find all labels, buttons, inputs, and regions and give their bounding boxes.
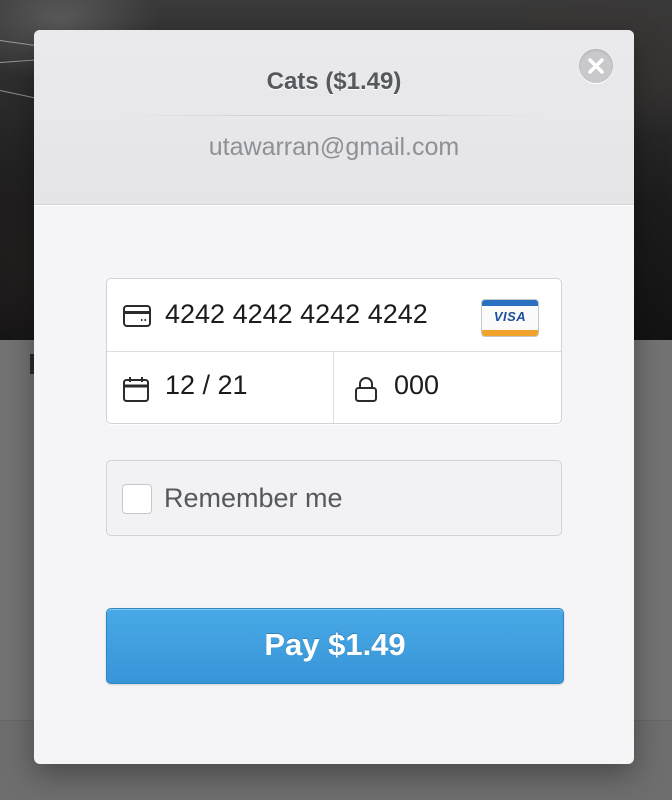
credit-card-icon [123,305,151,327]
modal-title: Cats ($1.49) [266,68,402,95]
remember-me-checkbox[interactable] [122,484,152,514]
expiry-field[interactable]: 12 / 21 [107,352,334,423]
card-number-field[interactable]: 4242 4242 4242 4242 VISA [107,279,561,352]
calendar-icon [123,377,149,402]
visa-logo: VISA [481,299,539,337]
expiry-value: 12 / 21 [165,370,248,400]
cvc-value: 000 [394,370,440,400]
modal-header: Cats ($1.49) utawarran@gmail.com [34,30,634,205]
card-brand-label: VISA [493,309,527,324]
cvc-field[interactable]: 000 [334,352,561,423]
card-number-value: 4242 4242 4242 4242 [165,299,428,329]
header-divider [124,115,544,116]
close-icon [588,58,604,74]
pay-button[interactable]: Pay $1.49 [106,608,564,684]
close-button[interactable] [579,49,613,83]
checkout-modal: Cats ($1.49) utawarran@gmail.com 4242 42… [34,30,634,764]
card-details-group: 4242 4242 4242 4242 VISA 12 / 21 000 [106,278,562,424]
remember-me-label: Remember me [164,483,343,513]
lock-icon [355,377,377,402]
pay-button-label: Pay $1.49 [264,627,406,662]
remember-me-toggle[interactable]: Remember me [106,460,562,536]
account-email: utawarran@gmail.com [208,133,460,161]
